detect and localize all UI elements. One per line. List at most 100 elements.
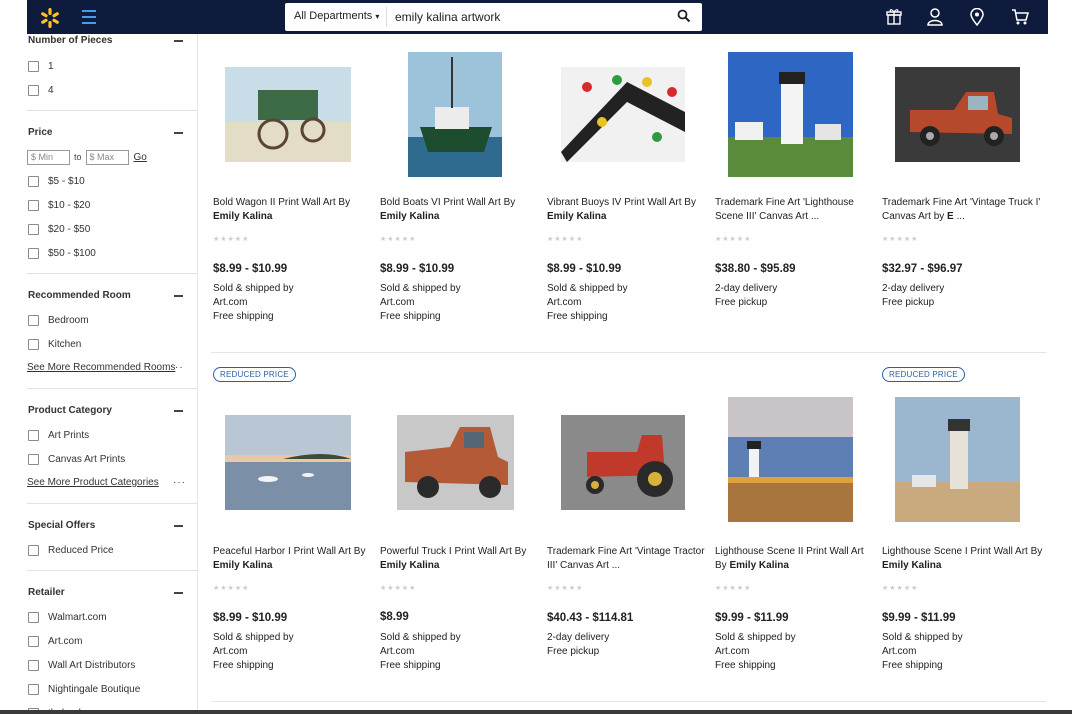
product-title[interactable]: Lighthouse Scene I Print Wall Art By Emi… (882, 545, 1044, 573)
title-text: Lighthouse Scene I Print Wall Art By (882, 546, 1043, 557)
filter-header[interactable]: Special Offers (27, 514, 197, 538)
checkbox[interactable] (28, 635, 39, 647)
checkbox[interactable] (28, 199, 39, 211)
fulfillment-line: Sold & shipped by (213, 632, 294, 643)
product-title[interactable]: Powerful Truck I Print Wall Art By Emily… (380, 545, 542, 573)
collapse-icon[interactable] (174, 410, 183, 412)
filter-header[interactable]: Recommended Room (27, 284, 197, 308)
filter-retailer: Retailer Walmart.com Art.com Wall Art Di… (27, 571, 197, 714)
fulfillment-line: Free shipping (547, 311, 608, 322)
filter-title: Retailer (28, 587, 65, 598)
product-image[interactable] (213, 52, 373, 182)
filter-option[interactable]: $20 - $50 (27, 217, 197, 241)
checkbox[interactable] (28, 544, 39, 556)
product-image[interactable] (547, 397, 707, 527)
product-title[interactable]: Bold Wagon II Print Wall Art By Emily Ka… (213, 196, 375, 224)
product-price: $8.99 - $10.99 (547, 263, 622, 275)
filter-option[interactable]: Wall Art Distributors (27, 653, 197, 677)
title-text: Trademark Fine Art 'Lighthouse Scene III… (715, 197, 854, 222)
filter-option[interactable]: 4 (27, 78, 197, 102)
rating-stars: ★★★★★ (380, 585, 417, 592)
checkbox[interactable] (28, 683, 39, 695)
product-image[interactable] (715, 52, 875, 182)
menu-icon[interactable] (82, 9, 96, 25)
filter-option[interactable]: Nightingale Boutique (27, 677, 197, 701)
search-input[interactable] (395, 10, 665, 24)
product-image[interactable] (715, 397, 875, 527)
spark-logo-icon[interactable] (39, 7, 61, 29)
product-image[interactable] (213, 397, 373, 527)
product-title[interactable]: Trademark Fine Art 'Vintage Truck I' Can… (882, 196, 1044, 224)
collapse-icon[interactable] (174, 295, 183, 297)
filter-option[interactable]: Bedroom (27, 308, 197, 332)
filter-option[interactable]: Kitchen (27, 332, 197, 356)
filter-option[interactable]: $5 - $10 (27, 169, 197, 193)
option-label: Art Prints (48, 429, 90, 441)
checkbox[interactable] (28, 84, 39, 96)
checkbox[interactable] (28, 314, 39, 326)
search-icon[interactable] (677, 9, 691, 23)
filter-option[interactable]: Art Prints (27, 423, 197, 447)
checkbox[interactable] (28, 611, 39, 623)
product-title[interactable]: Vibrant Buoys IV Print Wall Art By Emily… (547, 196, 709, 224)
top-header: All Departments ▾ (27, 0, 1048, 34)
filter-header[interactable]: Price (27, 121, 197, 145)
collapse-icon[interactable] (174, 592, 183, 594)
product-title[interactable]: Trademark Fine Art 'Lighthouse Scene III… (715, 196, 877, 224)
product-image[interactable] (380, 397, 540, 527)
fulfillment-info: 2-day delivery Free pickup (882, 282, 944, 310)
checkbox[interactable] (28, 247, 39, 259)
chevron-down-icon: ▾ (375, 12, 380, 21)
filter-option[interactable]: $10 - $20 (27, 193, 197, 217)
filter-option[interactable]: Walmart.com (27, 605, 197, 629)
see-more-rooms-link[interactable]: See More Recommended Rooms ·· (27, 356, 197, 380)
checkbox[interactable] (28, 659, 39, 671)
fulfillment-line: Free shipping (213, 660, 274, 671)
see-more-categories-link[interactable]: See More Product Categories ··· (27, 471, 197, 495)
checkbox[interactable] (28, 453, 39, 465)
checkbox[interactable] (28, 429, 39, 441)
filter-option[interactable]: $50 - $100 (27, 241, 197, 265)
filter-header[interactable]: Retailer (27, 581, 197, 605)
gift-registry-icon[interactable] (886, 8, 902, 25)
collapse-icon[interactable] (174, 525, 183, 527)
filter-option[interactable]: Art.com (27, 629, 197, 653)
option-label: Kitchen (48, 338, 82, 350)
account-icon[interactable] (927, 8, 943, 26)
product-title[interactable]: Bold Boats VI Print Wall Art By Emily Ka… (380, 196, 542, 224)
checkbox[interactable] (28, 60, 39, 72)
filter-option[interactable]: 1 (27, 54, 197, 78)
product-image[interactable] (380, 52, 540, 182)
fulfillment-info: Sold & shipped by Art.com Free shipping (547, 282, 628, 324)
fulfillment-info: Sold & shipped by Art.com Free shipping (213, 282, 294, 324)
rating-stars: ★★★★★ (213, 236, 250, 243)
collapse-icon[interactable] (174, 132, 183, 134)
product-title[interactable]: Peaceful Harbor I Print Wall Art By Emil… (213, 545, 375, 573)
product-image[interactable] (882, 52, 1042, 182)
product-price: $32.97 - $96.97 (882, 263, 963, 275)
product-title[interactable]: Trademark Fine Art 'Vintage Tractor III'… (547, 545, 709, 573)
collapse-icon[interactable] (174, 40, 183, 42)
price-go-button[interactable]: Go (134, 152, 147, 163)
location-icon[interactable] (970, 8, 984, 26)
product-image[interactable] (882, 397, 1042, 527)
filter-header[interactable]: Number of Pieces (27, 34, 197, 48)
max-price-input[interactable]: $ Max (85, 149, 129, 165)
cart-icon[interactable] (1011, 8, 1029, 26)
filter-sidebar: Number of Pieces 1 4 Price $ Min to $ Ma… (27, 34, 198, 714)
checkbox[interactable] (28, 338, 39, 350)
filter-title: Price (28, 127, 53, 138)
product-title[interactable]: Lighthouse Scene II Print Wall Art By Em… (715, 545, 877, 573)
checkbox[interactable] (28, 175, 39, 187)
checkbox[interactable] (28, 223, 39, 235)
filter-option[interactable]: Canvas Art Prints (27, 447, 197, 471)
filter-option[interactable]: Reduced Price (27, 538, 197, 562)
department-select[interactable]: All Departments ▾ (294, 10, 379, 22)
filter-header[interactable]: Product Category (27, 399, 197, 423)
fulfillment-info: Sold & shipped by Art.com Free shipping (882, 631, 963, 673)
department-label: All Departments (294, 10, 373, 22)
product-image[interactable] (547, 52, 707, 182)
min-price-input[interactable]: $ Min (27, 149, 70, 165)
option-label: 1 (48, 60, 54, 72)
row-divider (211, 352, 1046, 353)
